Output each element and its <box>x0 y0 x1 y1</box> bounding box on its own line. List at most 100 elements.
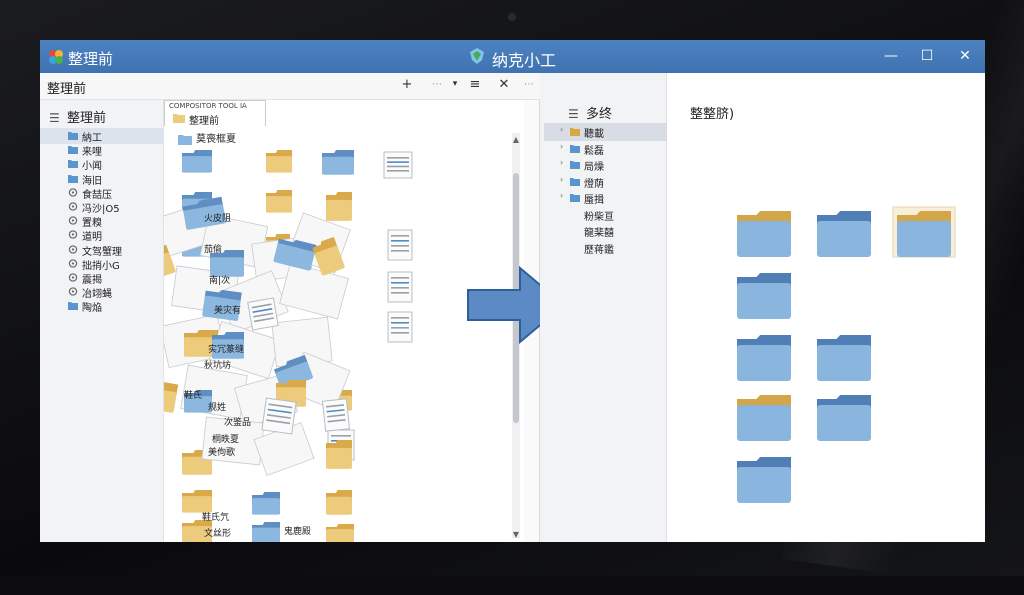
app-title: 纳克小工 <box>492 51 557 70</box>
category-label: 局燥 <box>584 162 604 173</box>
category-folder-icon[interactable] <box>737 335 791 381</box>
file-label: 苏笺昉 <box>284 541 311 542</box>
disc-icon <box>68 287 78 296</box>
category-item[interactable]: 粉柴亘 <box>544 206 667 224</box>
folder-icon[interactable] <box>182 490 212 513</box>
category-label: 鬆磊 <box>584 145 604 157</box>
folder-icon[interactable] <box>182 150 212 173</box>
after-sidebar-header-label: 多终 <box>586 107 613 122</box>
close-button[interactable]: ✕ <box>954 46 976 66</box>
folder-icon <box>570 177 580 186</box>
document-icon[interactable] <box>387 311 413 343</box>
category-folder-icon[interactable] <box>737 211 791 257</box>
file-label: 茄偷 <box>204 243 222 255</box>
dropdown-button[interactable]: ▾ <box>446 79 464 89</box>
folder-icon[interactable] <box>322 150 354 175</box>
category-folder-icon[interactable] <box>897 211 951 257</box>
disc-icon <box>68 273 78 282</box>
toolbar-title: 整理前 <box>47 82 87 97</box>
category-item[interactable]: › 蜃揖 <box>544 189 667 207</box>
disc-icon <box>68 230 78 240</box>
document-icon[interactable] <box>383 151 413 179</box>
file-label: 鞋氏 <box>184 389 202 401</box>
folder-icon <box>68 146 78 155</box>
scroll-down-icon[interactable]: ▼ <box>512 530 520 539</box>
sidebar: ☰ 整理前 納工 来哩 小闻 海旧 食喆压 冯沙|O5 置糗 道明 文驾蟹理 拙捎小G 震揭 冶翊蝇 陶焔 <box>40 100 164 542</box>
category-folder-icon[interactable] <box>817 395 871 441</box>
folder-icon[interactable] <box>326 192 352 221</box>
category-label: 燈荫 <box>584 178 604 190</box>
sidebar-header: ☰ 整理前 <box>49 107 106 126</box>
disc-icon <box>68 216 78 225</box>
category-item[interactable]: › 燈荫 <box>544 173 667 191</box>
document-icon[interactable] <box>387 229 413 261</box>
minimize-button[interactable]: — <box>880 46 902 66</box>
file-label: 鬼鹿殿 <box>284 525 311 537</box>
document-icon[interactable] <box>387 271 413 303</box>
folder-icon <box>570 144 580 153</box>
folder-icon[interactable] <box>164 380 179 413</box>
category-folder-icon[interactable] <box>817 211 871 257</box>
file-label: 桐昳夏 <box>212 433 239 445</box>
chevron-right-icon[interactable]: › <box>560 191 563 200</box>
category-label: 龍棐囍 <box>584 228 614 239</box>
folder-icon[interactable] <box>266 150 292 173</box>
disc-icon <box>68 188 78 197</box>
close-tab-button[interactable]: ✕ <box>495 77 513 92</box>
file-label: 南|次 <box>209 274 230 286</box>
chevron-right-icon[interactable]: › <box>560 142 563 151</box>
category-folder-icon[interactable] <box>737 395 791 441</box>
folder-icon[interactable] <box>326 490 352 515</box>
file-label: 鞋氏氕 <box>202 511 229 523</box>
disc-icon <box>68 202 78 211</box>
sort-button[interactable]: ≡ <box>466 77 484 92</box>
more-icon[interactable]: ⋯ <box>428 79 446 90</box>
after-sidebar: ☰ 多终 › 聽載 › 鬆磊 › 局燥 › 燈荫 › 蜃揖 粉柴亘龍棐囍歷蒋鑑 <box>540 73 667 542</box>
folder-icon <box>570 161 580 169</box>
category-item[interactable]: › 鬆磊 <box>544 140 667 158</box>
menu-icon[interactable]: ☰ <box>568 107 580 121</box>
document-icon[interactable] <box>247 297 279 331</box>
file-label: 实冗篆缝 <box>208 343 244 355</box>
category-folder-icon[interactable] <box>737 457 791 503</box>
category-folder-icon[interactable] <box>737 273 791 319</box>
chevron-right-icon[interactable]: › <box>560 158 563 167</box>
disc-icon <box>68 259 78 268</box>
menu-icon[interactable]: ☰ <box>49 111 61 125</box>
screen: 整理前 纳克小工 — ☐ ✕ 整理前 + ⋯ ▾ ≡ ✕ ⋯ ☰ 整理前 納工 来哩… <box>40 40 985 542</box>
folder-icon[interactable] <box>252 522 280 542</box>
folder-icon[interactable] <box>266 190 292 213</box>
maximize-button[interactable]: ☐ <box>916 46 938 66</box>
category-item[interactable]: › 局燥 <box>544 156 667 174</box>
folder-icon <box>570 194 580 202</box>
add-button[interactable]: + <box>398 77 416 92</box>
folder-icon[interactable] <box>252 492 280 515</box>
folder-icon[interactable] <box>202 288 242 322</box>
webcam <box>507 12 517 22</box>
category-label: 蜃揖 <box>584 195 604 206</box>
after-explorer: ☰ 多终 › 聽載 › 鬆磊 › 局燥 › 燈荫 › 蜃揖 粉柴亘 龍棐囍 歷蒋鑑 整整脐) <box>540 73 985 542</box>
chevron-right-icon[interactable]: › <box>560 175 563 184</box>
file-label: 次鉴品 <box>224 416 251 428</box>
file-label: 美佝歌 <box>208 446 235 458</box>
category-item[interactable]: › 聽載 <box>544 123 667 141</box>
folder-icon[interactable] <box>326 440 352 469</box>
document-icon[interactable] <box>261 397 297 435</box>
file-label: 秋坑坊 <box>204 359 231 371</box>
category-folder-icon[interactable] <box>817 335 871 381</box>
folder-icon <box>68 132 78 140</box>
category-label: 聽載 <box>584 129 604 140</box>
document-icon[interactable] <box>321 398 351 432</box>
after-sidebar-header: ☰ 多终 <box>568 103 612 122</box>
folder-icon <box>570 128 580 136</box>
folder-icon[interactable] <box>326 524 354 542</box>
title-bar: 整理前 纳克小工 — ☐ ✕ <box>40 40 985 73</box>
file-label: 规姓 <box>208 401 226 413</box>
category-item[interactable]: 龍棐囍 <box>544 222 667 240</box>
sidebar-item[interactable]: 陶焔 <box>40 298 164 314</box>
scroll-up-icon[interactable]: ▲ <box>512 135 520 144</box>
category-label: 歷蒋鑑 <box>584 244 614 256</box>
chevron-right-icon[interactable]: › <box>560 125 563 134</box>
overflow-icon[interactable]: ⋯ <box>520 79 538 90</box>
category-item[interactable]: 歷蒋鑑 <box>544 239 667 257</box>
